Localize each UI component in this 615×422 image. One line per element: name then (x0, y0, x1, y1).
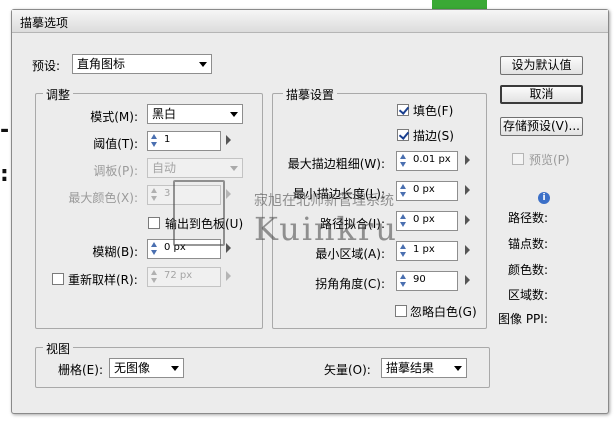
resample-checkbox[interactable] (52, 273, 64, 285)
mode-value: 黑白 (152, 107, 177, 121)
view-group-title: 视图 (43, 340, 74, 357)
slider-triangle-icon[interactable] (226, 243, 231, 253)
raster-value: 无图像 (114, 361, 151, 375)
spinner-arrows-icon[interactable] (399, 154, 408, 168)
slider-triangle-icon[interactable] (226, 135, 231, 145)
slider-triangle-icon[interactable] (226, 271, 231, 281)
watermark-logo (173, 180, 225, 246)
slider-triangle-icon[interactable] (465, 185, 470, 195)
spinner-arrows-icon[interactable] (150, 270, 159, 284)
resample-spinner[interactable]: 72 px (147, 267, 231, 287)
palette-value: 自动 (152, 161, 177, 175)
chevron-down-icon (454, 366, 462, 371)
preview-label[interactable]: 预览(P) (529, 151, 570, 168)
preset-label: 预设: (32, 59, 61, 73)
resample-value: 72 px (164, 270, 193, 281)
vector-label: 矢量(O): (324, 363, 371, 377)
spinner-arrows-icon[interactable] (399, 274, 408, 288)
chevron-down-icon (230, 112, 238, 117)
fill-label[interactable]: 填色(F) (413, 102, 453, 119)
ignore-white-checkbox[interactable] (395, 305, 407, 317)
watermark-chinese-text: 寂旭在北师新管理系统 (254, 193, 394, 209)
preset-value: 直角图标 (77, 57, 126, 71)
background-glyph: : (0, 162, 9, 187)
anchors-count-label: 锚点数: (508, 237, 549, 251)
colors-count-label: 颜色数: (508, 263, 549, 277)
chevron-down-icon (199, 62, 207, 67)
trace-settings-group-title: 描摹设置 (283, 86, 338, 103)
paths-count-label: 路径数: (508, 211, 549, 225)
dialog-titlebar[interactable]: 描摹选项 (12, 10, 608, 33)
max-colors-value: 3 (164, 188, 171, 199)
info-icon: i (538, 192, 550, 204)
chevron-down-icon (171, 366, 179, 371)
ignore-white-label[interactable]: 忽略白色(G) (410, 303, 477, 320)
raster-label: 栅格(E): (58, 363, 103, 377)
spinner-arrows-icon[interactable] (150, 134, 159, 148)
spinner-arrows-icon[interactable] (399, 244, 408, 258)
threshold-spinner[interactable]: 1 (147, 131, 231, 151)
spinner-arrows-icon[interactable] (150, 242, 159, 256)
min-stroke-length-spinner[interactable]: 0 px (396, 181, 470, 201)
areas-count-label: 区域数: (508, 288, 549, 302)
mode-select[interactable]: 黑白 (147, 104, 243, 124)
max-colors-label: 最大颜色(X): (68, 191, 138, 205)
adjust-group-title: 调整 (43, 86, 74, 103)
chevron-down-icon (230, 166, 238, 171)
fill-checkbox[interactable] (397, 104, 409, 116)
preview-checkbox[interactable] (512, 153, 524, 165)
preset-select[interactable]: 直角图标 (72, 54, 212, 74)
blur-label: 模糊(B): (92, 245, 138, 259)
max-stroke-weight-label: 最大描边粗细(W): (287, 157, 385, 171)
threshold-label: 阈值(T): (93, 137, 138, 151)
image-ppi-label: 图像 PPI: (498, 312, 548, 326)
save-preset-button[interactable]: 存储预设(V)... (500, 117, 583, 136)
set-default-button[interactable]: 设为默认值 (500, 56, 583, 75)
spinner-arrows-icon[interactable] (399, 214, 408, 228)
corner-angle-spinner[interactable]: 90 (396, 271, 470, 291)
spinner-arrows-icon[interactable] (150, 188, 159, 202)
max-stroke-weight-value: 0.01 px (413, 154, 451, 165)
slider-triangle-icon[interactable] (465, 155, 470, 165)
vector-value: 描摹结果 (386, 361, 435, 375)
slider-triangle-icon[interactable] (226, 189, 231, 199)
slider-triangle-icon[interactable] (465, 275, 470, 285)
stroke-label[interactable]: 描边(S) (413, 127, 454, 144)
palette-select[interactable]: 自动 (147, 158, 243, 178)
path-fitting-spinner[interactable]: 0 px (396, 211, 470, 231)
adjust-group (35, 93, 263, 329)
dialog-title: 描摹选项 (20, 16, 69, 30)
resample-label[interactable]: 重新取样(R): (68, 271, 138, 288)
palette-label: 调板(P): (93, 164, 138, 178)
raster-select[interactable]: 无图像 (109, 358, 184, 378)
min-stroke-length-value: 0 px (413, 184, 435, 195)
background-glyph: - (0, 118, 10, 143)
max-stroke-weight-spinner[interactable]: 0.01 px (396, 151, 470, 171)
corner-angle-label: 拐角角度(C): (315, 277, 385, 291)
cancel-button[interactable]: 取消 (500, 85, 583, 104)
corner-angle-value: 90 (413, 274, 426, 285)
stroke-checkbox[interactable] (397, 129, 409, 141)
slider-triangle-icon[interactable] (465, 245, 470, 255)
path-fitting-value: 0 px (413, 214, 435, 225)
trace-options-dialog: 描摹选项 预设: 直角图标 调整 模式(M): 黑白 阈值(T): 1 调板(P… (11, 9, 609, 414)
slider-triangle-icon[interactable] (465, 215, 470, 225)
vector-select[interactable]: 描摹结果 (381, 358, 467, 378)
threshold-value: 1 (164, 134, 171, 145)
watermark-latin-text: Kuinkru (254, 210, 398, 248)
spinner-arrows-icon[interactable] (399, 184, 408, 198)
mode-label: 模式(M): (90, 110, 138, 124)
output-swatches-checkbox[interactable] (148, 217, 160, 229)
min-area-value: 1 px (413, 244, 435, 255)
min-area-spinner[interactable]: 1 px (396, 241, 470, 261)
